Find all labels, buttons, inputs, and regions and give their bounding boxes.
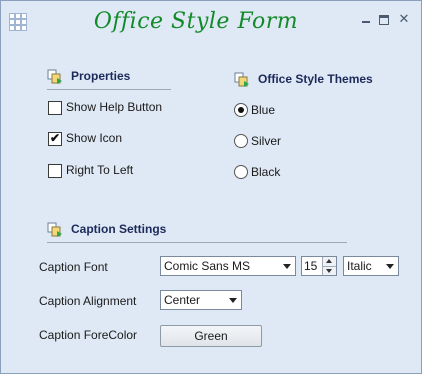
title-bar[interactable]: Office Style Form ✕ (1, 1, 421, 41)
maximize-button[interactable] (377, 12, 391, 26)
caption-font-size-value: 15 (304, 259, 318, 273)
caption-font-select[interactable]: Comic Sans MS (160, 256, 296, 276)
form-content: Properties Show Help Button ✔ Show Icon … (1, 41, 421, 373)
caption-section-header: Caption Settings (47, 220, 347, 243)
theme-radio-silver-circle[interactable] (234, 134, 248, 148)
minimize-button[interactable] (359, 12, 373, 26)
spin-buttons (322, 257, 336, 275)
spin-up-button[interactable] (323, 257, 336, 266)
show-icon-box[interactable]: ✔ (48, 131, 62, 146)
theme-radio-black-circle[interactable] (234, 165, 248, 179)
office-style-form-window: Office Style Form ✕ Properties Show Help… (0, 0, 422, 374)
caption-alignment-value: Center (164, 293, 201, 307)
properties-section-icon (47, 69, 62, 84)
themes-header-label: Office Style Themes (258, 72, 373, 86)
theme-radio-silver[interactable]: Silver (234, 134, 294, 150)
caption-divider (47, 242, 347, 243)
show-help-button-label: Show Help Button (66, 100, 163, 114)
chevron-down-icon (229, 298, 237, 303)
close-button[interactable]: ✕ (397, 12, 411, 26)
properties-section-header: Properties (47, 67, 171, 90)
close-icon: ✕ (398, 11, 410, 26)
caption-font-value: Comic Sans MS (164, 259, 251, 273)
right-to-left-checkbox[interactable]: Right To Left (48, 163, 148, 179)
caption-font-label: Caption Font (39, 260, 108, 274)
show-icon-label: Show Icon (66, 131, 123, 145)
theme-radio-blue-circle[interactable] (234, 103, 248, 117)
caption-font-size-stepper[interactable]: 15 (301, 256, 337, 276)
properties-header-label: Properties (71, 69, 131, 83)
right-to-left-label: Right To Left (66, 163, 134, 177)
minimize-icon (362, 21, 370, 23)
show-help-button-box[interactable] (48, 101, 62, 115)
properties-divider (47, 89, 171, 90)
maximize-icon (379, 15, 389, 25)
caption-header-label: Caption Settings (71, 222, 167, 236)
radio-selected-dot-icon (238, 107, 244, 113)
show-help-button-checkbox[interactable]: Show Help Button (48, 100, 178, 116)
right-to-left-box[interactable] (48, 164, 62, 178)
show-icon-checkbox[interactable]: ✔ Show Icon (48, 131, 148, 147)
caption-section-icon (47, 222, 62, 237)
theme-radio-silver-label: Silver (251, 134, 282, 148)
caption-font-style-select[interactable]: Italic (343, 256, 399, 276)
theme-radio-black[interactable]: Black (234, 165, 294, 181)
caption-alignment-select[interactable]: Center (160, 290, 242, 310)
theme-radio-blue-label: Blue (251, 103, 276, 117)
spin-down-button[interactable] (323, 266, 336, 276)
theme-radio-blue[interactable]: Blue (234, 103, 294, 119)
caption-forecolor-button[interactable]: Green (160, 325, 262, 347)
check-icon: ✔ (50, 131, 61, 145)
caption-forecolor-label: Caption ForeColor (39, 328, 138, 342)
themes-section-header: Office Style Themes (234, 70, 384, 90)
caption-alignment-label: Caption Alignment (39, 294, 137, 308)
chevron-down-icon (386, 264, 394, 269)
arrow-up-icon (326, 259, 332, 263)
chevron-down-icon (283, 264, 291, 269)
window-title: Office Style Form (93, 9, 299, 34)
caption-font-style-value: Italic (347, 259, 372, 273)
arrow-down-icon (326, 269, 332, 273)
themes-section-icon (234, 72, 249, 87)
theme-radio-black-label: Black (251, 165, 281, 179)
